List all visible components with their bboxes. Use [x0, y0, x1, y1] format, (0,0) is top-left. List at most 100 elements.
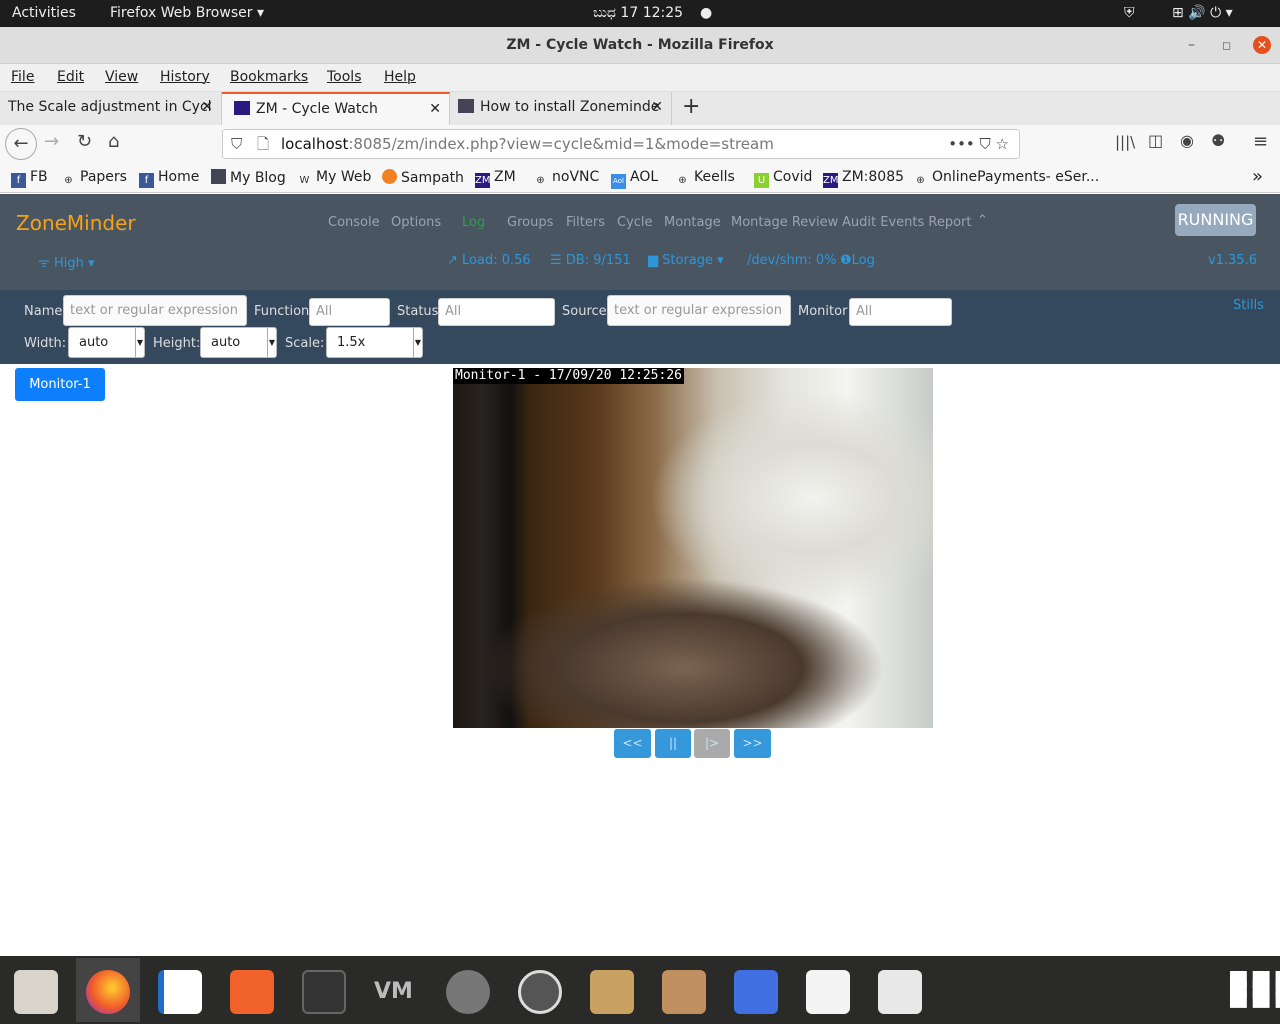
tab-install-zoneminder[interactable]: How to install Zoneminde ✕: [450, 92, 672, 125]
monitor-stream-image[interactable]: Monitor-1 - 17/09/20 12:25:26: [453, 368, 933, 728]
shm-status: /dev/shm: 0%: [747, 253, 837, 268]
app-menu[interactable]: Firefox Web Browser ▾: [110, 5, 264, 21]
bookmark-my-web[interactable]: W My Web: [297, 169, 372, 188]
window-title: ZM - Cycle Watch - Mozilla Firefox: [506, 37, 774, 53]
close-window-button[interactable]: ✕: [1253, 36, 1271, 54]
height-select[interactable]: auto ▼: [200, 327, 277, 358]
source-filter-input[interactable]: text or regular expression: [607, 295, 791, 326]
page-actions-icons[interactable]: ••• ⛉ ☆: [948, 130, 1009, 158]
terminal-icon[interactable]: [302, 970, 346, 1014]
account-icon[interactable]: ◉: [1180, 131, 1194, 150]
globe-icon: ⊕: [64, 175, 73, 186]
width-label: Width:: [24, 336, 67, 351]
run-state-button[interactable]: RUNNING: [1175, 204, 1256, 236]
reload-button[interactable]: ↻: [77, 131, 92, 152]
activities-button[interactable]: Activities: [12, 5, 76, 21]
bandwidth-dropdown[interactable]: ᯤ High ▾: [38, 253, 95, 271]
bookmark-keells[interactable]: ⊕ Keells: [675, 169, 735, 188]
bookmark-home[interactable]: f Home: [139, 169, 199, 188]
vm-icon[interactable]: VM: [374, 970, 418, 1014]
system-status-icons[interactable]: ⊞ 🔊 ⏻ ▾: [1172, 5, 1233, 21]
libreoffice-writer-icon[interactable]: [158, 970, 202, 1014]
hamburger-menu-icon[interactable]: ≡: [1253, 131, 1268, 152]
software-center-icon[interactable]: [230, 970, 274, 1014]
nav-console[interactable]: Console: [328, 215, 380, 230]
forward-button[interactable]: →: [44, 131, 59, 152]
clock[interactable]: ಬುಧ 17 12:25: [593, 5, 683, 21]
page-info-icon[interactable]: 🗋: [257, 130, 269, 158]
bookmark-zm-8085[interactable]: ZM ZM:8085: [823, 169, 904, 188]
nav-cycle[interactable]: Cycle: [617, 215, 653, 230]
collapse-chevron-icon[interactable]: ⌃: [977, 213, 988, 228]
users-icon[interactable]: [446, 970, 490, 1014]
files-icon[interactable]: [14, 970, 58, 1014]
menu-tools[interactable]: Tools: [327, 69, 362, 85]
package-icon[interactable]: [662, 970, 706, 1014]
width-select[interactable]: auto ▼: [68, 327, 145, 358]
back-button[interactable]: ←: [5, 128, 37, 160]
shield-icon[interactable]: ⛨: [1124, 5, 1135, 21]
firefox-icon[interactable]: [86, 970, 130, 1014]
monitor-1-button[interactable]: Monitor-1: [15, 368, 105, 401]
facebook-icon: f: [11, 173, 26, 188]
previous-button[interactable]: <<: [614, 729, 651, 758]
bookmark-covid[interactable]: U Covid: [754, 169, 812, 188]
tab-zm-cycle-watch[interactable]: ZM - Cycle Watch ✕: [222, 92, 450, 125]
nav-log[interactable]: Log: [462, 215, 485, 230]
screenshot-icon[interactable]: [734, 970, 778, 1014]
bookmark-papers[interactable]: ⊕ Papers: [61, 169, 127, 188]
bookmark-aol[interactable]: Aol AOL: [611, 169, 658, 189]
bookmark-online-payments[interactable]: ⊕ OnlinePayments- eSer...: [913, 169, 1099, 188]
bookmark-sampath[interactable]: Sampath: [382, 169, 464, 186]
bookmark-my-blog[interactable]: My Blog: [211, 169, 286, 186]
extension-icon[interactable]: ⚉: [1211, 131, 1225, 150]
home-button[interactable]: ⌂: [108, 131, 119, 152]
pause-button[interactable]: ||: [655, 729, 691, 758]
log-status-link[interactable]: ❶Log: [840, 253, 875, 268]
monitor-filter-select[interactable]: All: [849, 298, 952, 326]
dictionary-icon[interactable]: [878, 970, 922, 1014]
menu-bookmarks[interactable]: Bookmarks: [230, 69, 308, 85]
close-tab-icon[interactable]: ✕: [651, 92, 663, 123]
sidebar-icon[interactable]: ◫: [1148, 131, 1163, 150]
tracking-shield-icon[interactable]: ⛉: [231, 130, 242, 158]
bookmark-zm[interactable]: ZM ZM: [475, 169, 516, 188]
tab-scale-adjustment[interactable]: The Scale adjustment in Cycl ✕: [0, 92, 222, 125]
menu-file[interactable]: File: [11, 69, 34, 85]
close-tab-icon[interactable]: ✕: [429, 94, 441, 125]
scale-select[interactable]: 1.5x ▼: [326, 327, 423, 358]
close-tab-icon[interactable]: ✕: [201, 92, 213, 123]
tab-label: The Scale adjustment in Cycl: [8, 99, 212, 115]
library-icon[interactable]: |||\: [1115, 133, 1135, 151]
menu-view[interactable]: View: [105, 69, 138, 85]
function-filter-select[interactable]: All: [309, 298, 390, 326]
text-editor-icon[interactable]: [806, 970, 850, 1014]
show-applications-icon[interactable]: ■■■■■■■■■: [1228, 968, 1280, 1010]
url-bar[interactable]: ⛉ 🗋 localhost:8085/zm/index.php?view=cyc…: [222, 129, 1020, 159]
minimize-button[interactable]: –: [1188, 27, 1195, 64]
trend-icon: ↗: [447, 253, 463, 268]
nav-montage[interactable]: Montage: [664, 215, 721, 230]
stills-link[interactable]: Stills: [1233, 298, 1264, 313]
new-tab-button[interactable]: +: [682, 94, 700, 119]
update-manager-icon[interactable]: [518, 970, 562, 1014]
nav-montage-review[interactable]: Montage Review: [731, 215, 838, 230]
nav-audit-events-report[interactable]: Audit Events Report: [842, 215, 971, 230]
nav-groups[interactable]: Groups: [507, 215, 553, 230]
more-bookmarks-icon[interactable]: »: [1252, 166, 1263, 187]
bookmark-novnc[interactable]: ⊕ noVNC: [533, 169, 599, 188]
next-button[interactable]: >>: [734, 729, 771, 758]
archive-install-icon[interactable]: [590, 970, 634, 1014]
bookmark-fb[interactable]: f FB: [11, 169, 48, 188]
name-filter-input[interactable]: text or regular expression: [63, 295, 247, 326]
nav-options[interactable]: Options: [391, 215, 441, 230]
play-button[interactable]: |>: [694, 729, 730, 758]
storage-dropdown[interactable]: ▆ Storage ▾: [648, 253, 724, 268]
status-filter-select[interactable]: All: [438, 298, 555, 326]
menu-edit[interactable]: Edit: [57, 69, 84, 85]
menu-history[interactable]: History: [160, 69, 210, 85]
zoneminder-brand[interactable]: ZoneMinder: [16, 211, 136, 235]
maximize-button[interactable]: ◻: [1222, 27, 1231, 64]
nav-filters[interactable]: Filters: [566, 215, 605, 230]
menu-help[interactable]: Help: [384, 69, 416, 85]
